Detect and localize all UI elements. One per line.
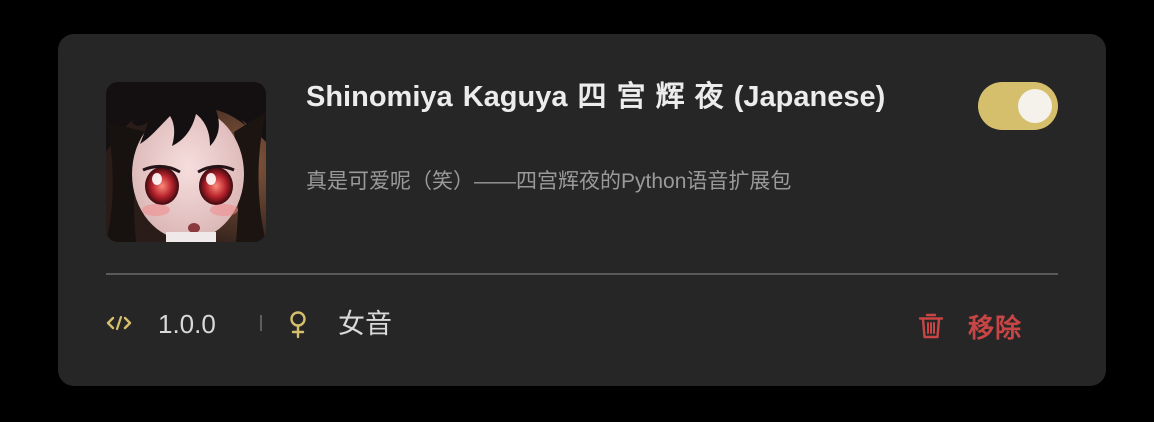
enable-toggle[interactable] — [978, 82, 1058, 130]
trash-icon — [918, 312, 944, 340]
plugin-title: Shinomiya Kaguya 四 宫 辉 夜 (Japanese) — [306, 81, 886, 113]
card-divider — [106, 273, 1058, 275]
plugin-card: Shinomiya Kaguya 四 宫 辉 夜 (Japanese) 真是可爱… — [58, 34, 1106, 386]
code-icon — [106, 313, 132, 333]
plugin-avatar — [106, 82, 266, 242]
meta-separator — [260, 315, 262, 331]
gender-label: 女音 — [338, 309, 392, 339]
version-label: 1.0.0 — [158, 309, 216, 339]
female-icon — [288, 310, 308, 340]
remove-button[interactable]: 移除 — [918, 306, 1022, 346]
toggle-knob — [1018, 89, 1052, 123]
remove-label: 移除 — [968, 312, 1023, 343]
plugin-description: 真是可爱呢（笑）——四宫辉夜的Python语音扩展包 — [306, 170, 792, 193]
